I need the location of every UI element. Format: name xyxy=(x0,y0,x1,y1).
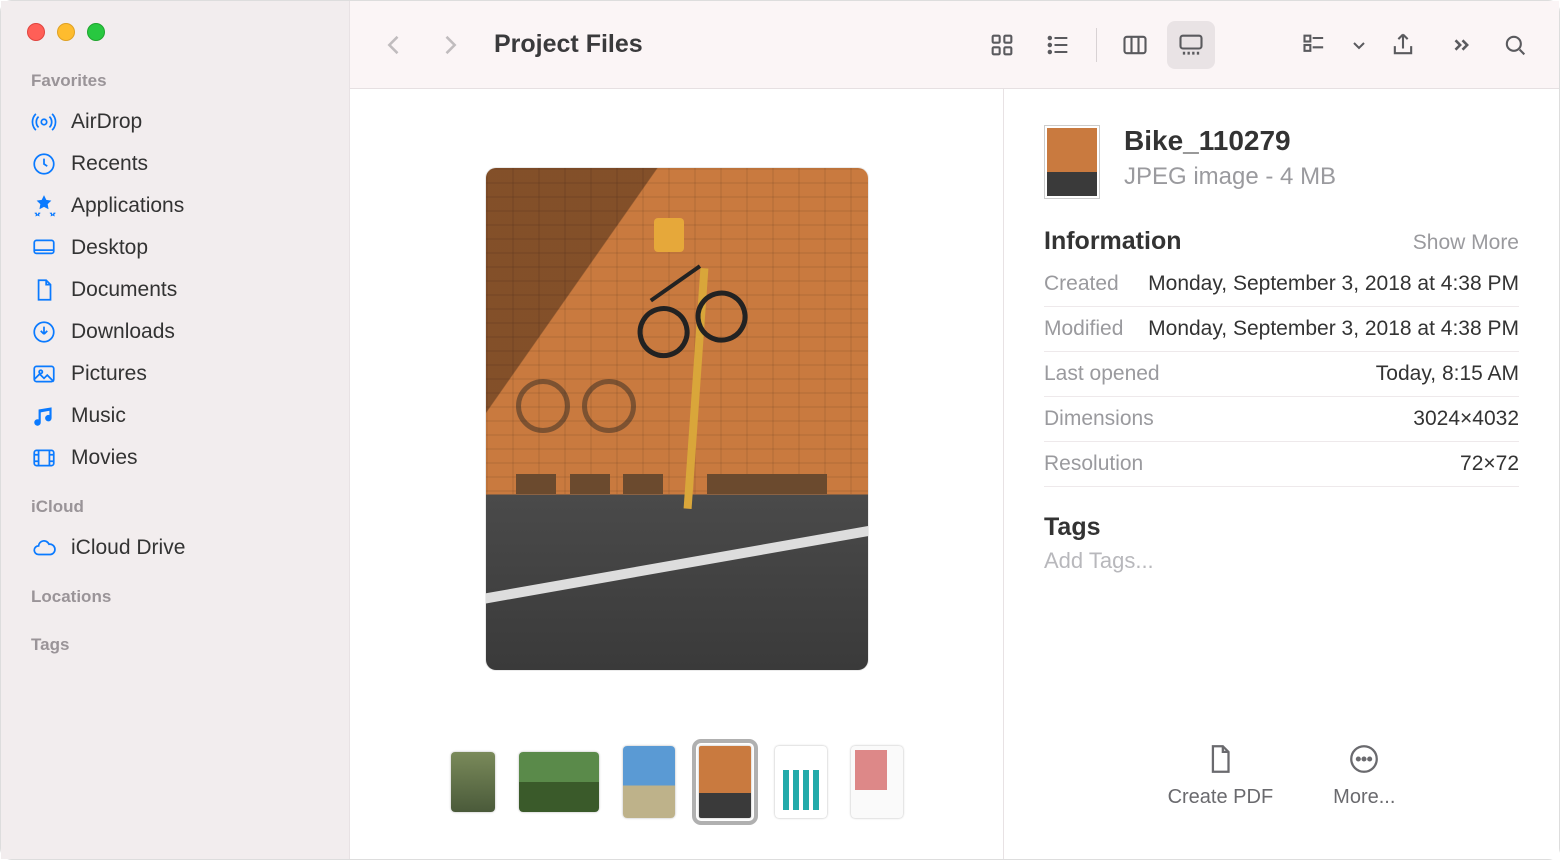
zoom-window-button[interactable] xyxy=(87,23,105,41)
view-icons-button[interactable] xyxy=(978,21,1026,69)
info-row-last-opened: Last opened Today, 8:15 AM xyxy=(1044,352,1519,397)
thumbnail-item[interactable] xyxy=(775,746,827,818)
quick-action-label: Create PDF xyxy=(1168,786,1274,809)
thumbnail-item[interactable] xyxy=(851,746,903,818)
quick-actions: Create PDF More... xyxy=(1044,742,1519,839)
download-icon xyxy=(31,319,57,345)
clock-icon xyxy=(31,151,57,177)
view-list-button[interactable] xyxy=(1034,21,1082,69)
search-button[interactable] xyxy=(1491,21,1539,69)
file-subtitle: JPEG image - 4 MB xyxy=(1124,163,1336,191)
info-key: Last opened xyxy=(1044,362,1160,386)
info-row-modified: Modified Monday, September 3, 2018 at 4:… xyxy=(1044,307,1519,352)
ellipsis-circle-icon xyxy=(1347,742,1381,776)
sidebar-item-movies[interactable]: Movies xyxy=(1,437,349,479)
document-icon xyxy=(31,277,57,303)
thumbnail-item[interactable] xyxy=(519,752,599,812)
sidebar-section-label: Tags xyxy=(1,635,349,655)
thumbnail-item[interactable] xyxy=(451,752,495,812)
window-title: Project Files xyxy=(494,30,643,59)
preview-image[interactable] xyxy=(486,168,868,670)
document-icon xyxy=(1203,742,1237,776)
thumbnail-strip xyxy=(350,729,1003,859)
sidebar-item-documents[interactable]: Documents xyxy=(1,269,349,311)
info-value: Monday, September 3, 2018 at 4:38 PM xyxy=(1148,272,1519,296)
sidebar-item-label: Documents xyxy=(71,278,177,302)
sidebar-item-label: Pictures xyxy=(71,362,147,386)
sidebar-item-pictures[interactable]: Pictures xyxy=(1,353,349,395)
movies-icon xyxy=(31,445,57,471)
airdrop-icon xyxy=(31,109,57,135)
sidebar-item-label: AirDrop xyxy=(71,110,142,134)
file-thumbnail xyxy=(1044,125,1100,199)
sidebar-item-label: Desktop xyxy=(71,236,148,260)
info-key: Created xyxy=(1044,272,1119,296)
info-row-dimensions: Dimensions 3024×4032 xyxy=(1044,397,1519,442)
info-heading: Information xyxy=(1044,227,1182,256)
preview-image-area xyxy=(350,89,1003,729)
more-toolbar-button[interactable] xyxy=(1435,21,1483,69)
back-button[interactable] xyxy=(370,21,418,69)
sidebar-section-locations: Locations xyxy=(1,587,349,617)
minimize-window-button[interactable] xyxy=(57,23,75,41)
quick-action-label: More... xyxy=(1333,786,1395,809)
pictures-icon xyxy=(31,361,57,387)
info-row-created: Created Monday, September 3, 2018 at 4:3… xyxy=(1044,262,1519,307)
music-icon xyxy=(31,403,57,429)
chevron-down-icon[interactable] xyxy=(1347,21,1371,69)
forward-button[interactable] xyxy=(426,21,474,69)
tags-input[interactable]: Add Tags... xyxy=(1044,548,1519,574)
file-name: Bike_110279 xyxy=(1124,125,1336,157)
info-value: Today, 8:15 AM xyxy=(1376,362,1519,386)
toolbar: Project Files xyxy=(350,1,1559,89)
more-actions-button[interactable]: More... xyxy=(1333,742,1395,809)
sidebar-section-favorites: Favorites AirDrop Recents Applications D… xyxy=(1,71,349,479)
sidebar-section-label: Locations xyxy=(1,587,349,607)
sidebar-section-tags: Tags xyxy=(1,635,349,665)
sidebar-item-applications[interactable]: Applications xyxy=(1,185,349,227)
sidebar-item-recents[interactable]: Recents xyxy=(1,143,349,185)
sidebar-item-icloud-drive[interactable]: iCloud Drive xyxy=(1,527,349,569)
view-columns-button[interactable] xyxy=(1111,21,1159,69)
share-button[interactable] xyxy=(1379,21,1427,69)
window-controls xyxy=(1,23,349,41)
sidebar-item-label: Music xyxy=(71,404,126,428)
sidebar: Favorites AirDrop Recents Applications D… xyxy=(1,1,349,859)
info-key: Modified xyxy=(1044,317,1123,341)
sidebar-section-label: iCloud xyxy=(1,497,349,517)
thumbnail-item[interactable] xyxy=(623,746,675,818)
toolbar-separator xyxy=(1096,28,1097,62)
show-more-button[interactable]: Show More xyxy=(1413,231,1519,255)
sidebar-section-label: Favorites xyxy=(1,71,349,91)
info-value: 3024×4032 xyxy=(1413,407,1519,431)
create-pdf-button[interactable]: Create PDF xyxy=(1168,742,1274,809)
sidebar-item-airdrop[interactable]: AirDrop xyxy=(1,101,349,143)
sidebar-item-music[interactable]: Music xyxy=(1,395,349,437)
info-key: Dimensions xyxy=(1044,407,1154,431)
sidebar-item-label: Downloads xyxy=(71,320,175,344)
gallery-preview xyxy=(350,89,1004,859)
sidebar-item-label: Applications xyxy=(71,194,184,218)
group-by-button[interactable] xyxy=(1291,21,1339,69)
tags-heading: Tags xyxy=(1044,513,1519,542)
sidebar-item-label: Recents xyxy=(71,152,148,176)
info-row-resolution: Resolution 72×72 xyxy=(1044,442,1519,487)
view-gallery-button[interactable] xyxy=(1167,21,1215,69)
sidebar-section-icloud: iCloud iCloud Drive xyxy=(1,497,349,569)
sidebar-item-label: iCloud Drive xyxy=(71,536,185,560)
file-header: Bike_110279 JPEG image - 4 MB xyxy=(1044,125,1519,199)
info-value: Monday, September 3, 2018 at 4:38 PM xyxy=(1148,317,1519,341)
close-window-button[interactable] xyxy=(27,23,45,41)
sidebar-item-desktop[interactable]: Desktop xyxy=(1,227,349,269)
sidebar-item-label: Movies xyxy=(71,446,138,470)
info-value: 72×72 xyxy=(1460,452,1519,476)
cloud-icon xyxy=(31,535,57,561)
sidebar-item-downloads[interactable]: Downloads xyxy=(1,311,349,353)
info-panel: Bike_110279 JPEG image - 4 MB Informatio… xyxy=(1004,89,1559,859)
main-content: Project Files xyxy=(349,1,1559,859)
applications-icon xyxy=(31,193,57,219)
info-key: Resolution xyxy=(1044,452,1143,476)
thumbnail-item-selected[interactable] xyxy=(699,746,751,818)
desktop-icon xyxy=(31,235,57,261)
